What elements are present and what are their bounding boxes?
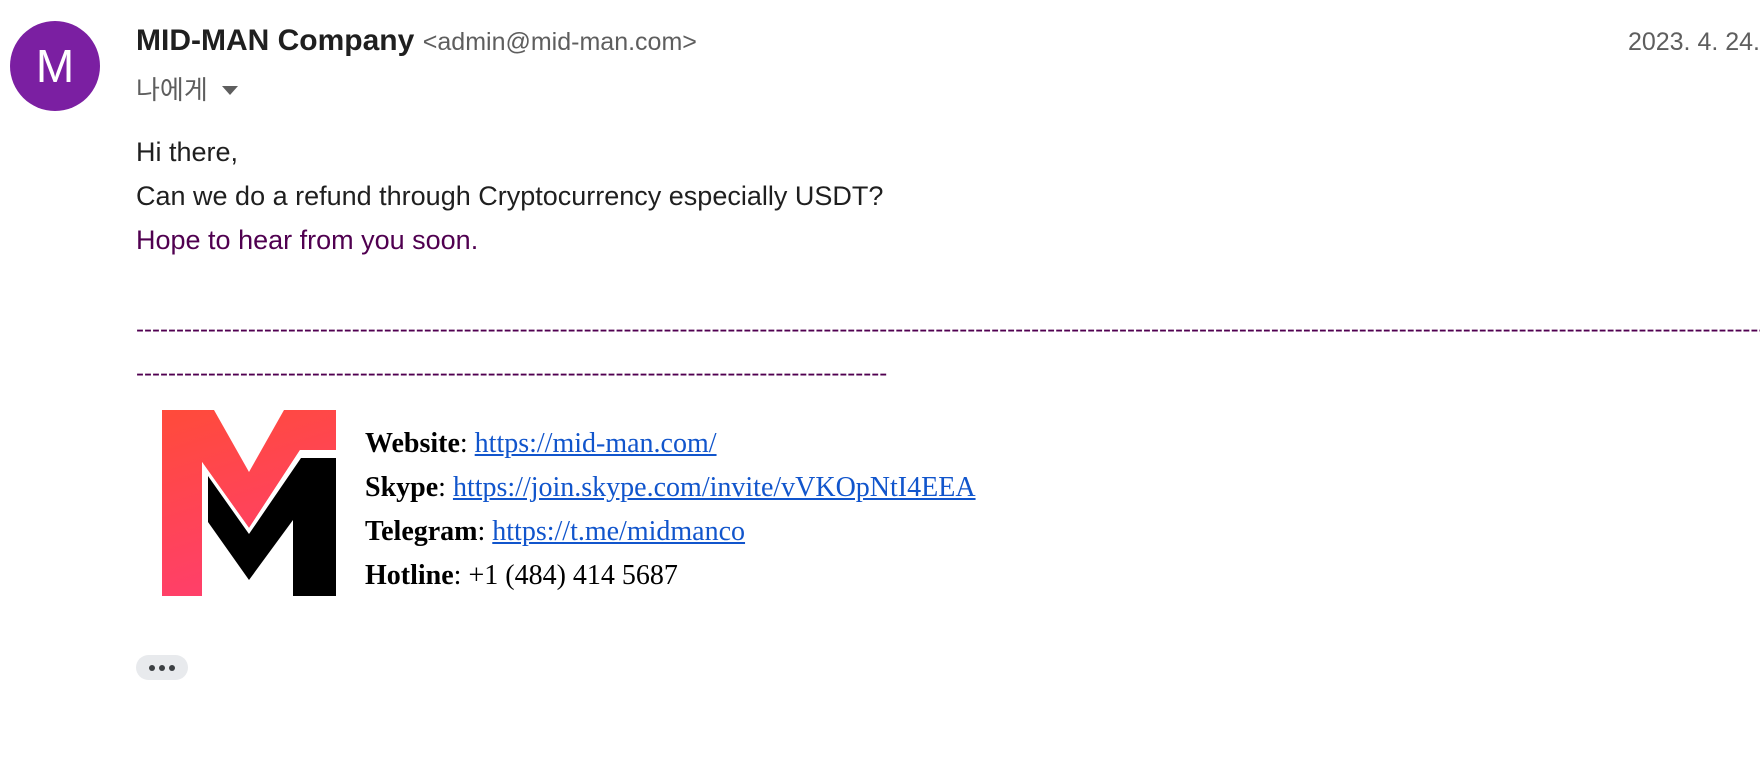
divider-line-1: ----------------------------------------… bbox=[136, 316, 1760, 343]
hotline-separator: : bbox=[453, 560, 469, 591]
avatar[interactable]: M bbox=[10, 21, 100, 111]
recipient-details-toggle[interactable]: 나에게 bbox=[136, 70, 238, 107]
signature-divider: ----------------------------------------… bbox=[136, 308, 1760, 396]
signature-hotline-row: Hotline: +1 (484) 414 5687 bbox=[365, 554, 976, 598]
email-body: Hi there, Can we do a refund through Cry… bbox=[136, 130, 883, 262]
hotline-value: +1 (484) 414 5687 bbox=[468, 560, 678, 591]
signature-telegram-row: Telegram: https://t.me/midmanco bbox=[365, 510, 976, 554]
body-line-closing: Hope to hear from you soon. bbox=[136, 225, 479, 255]
telegram-link[interactable]: https://t.me/midmanco bbox=[492, 516, 745, 547]
skype-label: Skype bbox=[365, 472, 439, 503]
signature-block: Website: https://mid-man.com/ Skype: htt… bbox=[365, 422, 976, 598]
email-date[interactable]: 2023. 4. 24. bbox=[1628, 28, 1760, 57]
website-label: Website bbox=[365, 428, 460, 459]
signature-website-row: Website: https://mid-man.com/ bbox=[365, 422, 976, 466]
body-line-question: Can we do a refund through Cryptocurrenc… bbox=[136, 181, 884, 211]
ellipsis-icon-dot-3 bbox=[169, 664, 175, 671]
signature-skype-row: Skype: https://join.skype.com/invite/vVK… bbox=[365, 466, 976, 510]
sender-line: MID-MAN Company <admin@mid-man.com> bbox=[136, 24, 697, 58]
skype-link[interactable]: https://join.skype.com/invite/vVKOpNtI4E… bbox=[453, 472, 976, 503]
skype-separator: : bbox=[438, 472, 453, 503]
hotline-label: Hotline bbox=[365, 560, 454, 591]
website-link[interactable]: https://mid-man.com/ bbox=[475, 428, 717, 459]
divider-line-2: ----------------------------------------… bbox=[136, 360, 888, 387]
caret-down-icon[interactable] bbox=[221, 86, 238, 95]
sender-name[interactable]: MID-MAN Company bbox=[136, 24, 414, 57]
website-separator: : bbox=[459, 428, 475, 459]
telegram-label: Telegram bbox=[365, 516, 478, 547]
mid-man-logo bbox=[162, 410, 336, 596]
sender-email[interactable]: <admin@mid-man.com> bbox=[423, 28, 697, 56]
telegram-separator: : bbox=[477, 516, 493, 547]
body-line-greeting: Hi there, bbox=[136, 137, 239, 167]
ellipsis-icon-dot-2 bbox=[159, 664, 165, 671]
recipient-label: 나에게 bbox=[136, 75, 208, 105]
ellipsis-icon-dot-1 bbox=[149, 664, 155, 671]
show-trimmed-content-button[interactable] bbox=[136, 655, 188, 680]
